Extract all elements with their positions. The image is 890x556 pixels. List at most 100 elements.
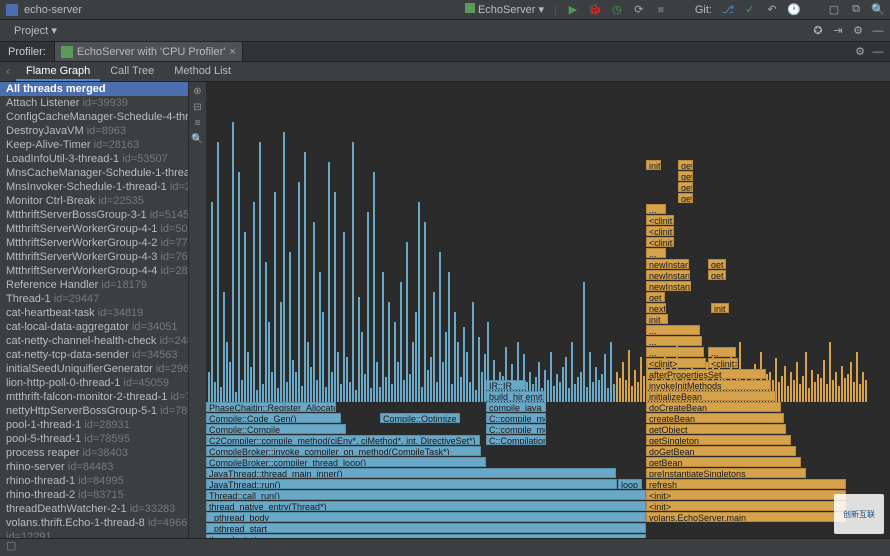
flame-frame[interactable]: newInstance (646, 281, 691, 291)
flame-frame[interactable]: JavaThread::thread_main_inner() (206, 468, 616, 478)
thread-item[interactable]: mtthrift-falcon-monitor-2-thread-1 id=78… (0, 390, 188, 404)
flame-frame[interactable]: get (708, 270, 726, 280)
flame-frame[interactable]: afterPropertiesSet (646, 369, 766, 379)
flame-frame[interactable]: next (646, 303, 666, 313)
thread-item[interactable]: threadDeathWatcher-2-1 id=33283 (0, 502, 188, 516)
flame-frame[interactable]: C2Compiler::compile_method(ciEnv*, ciMet… (206, 435, 480, 445)
zoom-out-icon[interactable]: ⊟ (191, 100, 205, 114)
thread-item[interactable]: MtthriftServerWorkerGroup-4-2 id=77571 (0, 236, 188, 250)
flame-frame[interactable]: ... (646, 347, 704, 357)
flame-frame[interactable]: CompileBroker::invoke_compiler_on_method… (206, 446, 481, 456)
project-breadcrumb[interactable]: Project ▾ (14, 24, 57, 37)
thread-item[interactable]: process reaper id=38403 (0, 446, 188, 460)
git-branch-icon[interactable]: ⎇ (722, 4, 734, 16)
flame-frame[interactable]: <init> (646, 490, 846, 500)
thread-item[interactable]: Attach Listener id=39939 (0, 96, 188, 110)
minimize-icon[interactable]: — (872, 25, 884, 37)
thread-item[interactable]: MtthriftServerWorkerGroup-4-3 id=76803 (0, 250, 188, 264)
flame-frame[interactable]: <clinit> (708, 358, 738, 368)
git-revert-icon[interactable]: ↶ (766, 4, 778, 16)
flame-frame[interactable]: C::Compilation (486, 435, 546, 445)
flame-frame[interactable]: initializeBean (646, 391, 776, 401)
flame-frame[interactable]: C::compile_method (486, 424, 546, 434)
flame-frame[interactable]: get (646, 292, 665, 302)
flame-frame[interactable]: createBean (646, 413, 784, 423)
flame-frame[interactable]: invokeInitMethods (646, 380, 771, 390)
flame-frame[interactable]: Compile::Optimize (380, 413, 460, 423)
list-icon[interactable]: ≡ (191, 116, 205, 130)
compass-icon[interactable]: ✪ (812, 25, 824, 37)
thread-item[interactable]: Reference Handler id=18179 (0, 278, 188, 292)
thread-item[interactable]: volans.thrift.Echo-1-thread-8 id=49667 (0, 516, 188, 530)
flame-frame[interactable]: getBean (646, 457, 801, 467)
thread-item[interactable]: Monitor Ctrl-Break id=22535 (0, 194, 188, 208)
flame-frame[interactable]: get (678, 182, 693, 192)
flame-frame[interactable]: ... (646, 204, 666, 214)
thread-item[interactable]: Thread-1 id=29447 (0, 292, 188, 306)
flame-frame[interactable]: <init> (646, 501, 846, 511)
thread-item[interactable]: MnsCacheManager-Schedule-1-thread-1 id= (0, 166, 188, 180)
search-everywhere-icon[interactable]: 🔍 (872, 4, 884, 16)
flame-frame[interactable]: preInstantiateSingletons (646, 468, 806, 478)
flame-frame[interactable]: getObject (646, 424, 786, 434)
run-icon[interactable]: ▶ (567, 4, 579, 16)
flame-frame[interactable]: newInstance (646, 270, 690, 280)
thread-item[interactable]: lion-http-poll-0-thread-1 id=45059 (0, 376, 188, 390)
tab-scroll-left-icon[interactable]: ‹ (0, 66, 16, 78)
profiler-tab[interactable]: EchoServer with 'CPU Profiler' × (55, 42, 243, 61)
flame-frame[interactable]: _pthread_body (206, 512, 646, 522)
flame-frame[interactable]: getSingleton (646, 435, 791, 445)
git-history-icon[interactable]: 🕐 (788, 4, 800, 16)
flame-frame[interactable]: Compile::Compile (206, 424, 346, 434)
flame-frame[interactable]: init (646, 160, 661, 170)
flame-frame[interactable]: doGetBean (646, 446, 796, 456)
flame-frame[interactable]: PhaseChaitin::Register_Allocate ... (206, 402, 336, 412)
thread-item[interactable]: pool-1-thread-1 id=28931 (0, 418, 188, 432)
thread-item[interactable]: Keep-Alive-Timer id=28163 (0, 138, 188, 152)
thread-item[interactable]: cat-netty-tcp-data-sender id=34563 (0, 348, 188, 362)
subtab-call-tree[interactable]: Call Tree (100, 62, 164, 81)
flame-frame[interactable]: _pthread_start (206, 523, 646, 533)
thread-item[interactable]: ConfigCacheManager-Schedule-4-thread-1 i (0, 110, 188, 124)
thread-item[interactable]: pool-5-thread-1 id=78595 (0, 432, 188, 446)
profile-icon[interactable]: ◷ (611, 4, 623, 16)
flame-frame[interactable]: CompileBroker::compiler_thread_loop() (206, 457, 486, 467)
profiler-settings-icon[interactable]: ⚙ (854, 46, 866, 58)
run-config-dropdown[interactable]: EchoServer ▾ (465, 3, 544, 16)
thread-item[interactable]: rhino-thread-1 id=84995 (0, 474, 188, 488)
flame-frame[interactable]: get (678, 193, 693, 203)
flame-graph[interactable]: initgetgetgetget...<clinit><clinit><clin… (206, 82, 890, 556)
flame-frame[interactable]: loop (618, 479, 642, 489)
flame-frame[interactable]: ... (646, 325, 700, 335)
subtab-flame-graph[interactable]: Flame Graph (16, 62, 100, 81)
flame-frame[interactable]: Compile::Code_Gen() (206, 413, 341, 423)
flame-frame[interactable]: compile_java_method (486, 402, 546, 412)
settings-icon[interactable]: ⚙ (852, 25, 864, 37)
thread-item[interactable]: initialSeedUniquifierGenerator id=29699 (0, 362, 188, 376)
profiler-minimize-icon[interactable]: — (872, 46, 884, 58)
search-icon[interactable]: 🔍 (191, 132, 205, 146)
statusbar-icon[interactable]: ▢ (0, 538, 22, 554)
close-tab-icon[interactable]: × (229, 46, 235, 58)
flame-frame[interactable]: volans.EchoServer.main (646, 512, 846, 522)
flame-frame[interactable]: init (711, 303, 729, 313)
flame-frame[interactable]: newInstance (646, 259, 689, 269)
thread-item[interactable]: cat-heartbeat-task id=34819 (0, 306, 188, 320)
thread-item[interactable]: rhino-thread-2 id=83715 (0, 488, 188, 502)
flame-frame[interactable]: thread_native_entry(Thread*) (206, 501, 646, 511)
thread-item[interactable]: cat-local-data-aggregator id=34051 (0, 320, 188, 334)
flame-frame[interactable]: doCreateBean (646, 402, 781, 412)
flame-frame[interactable]: JavaThread::run() (206, 479, 617, 489)
thread-item[interactable]: MnsInvoker-Schedule-1-thread-1 id=27651 (0, 180, 188, 194)
window-icon[interactable]: ⧉ (850, 4, 862, 16)
thread-item[interactable]: DestroyJavaVM id=8963 (0, 124, 188, 138)
flame-frame[interactable]: C::compile_method (486, 413, 546, 423)
flame-frame[interactable]: ... (708, 347, 736, 357)
flame-frame[interactable]: build_hir emit_lir (486, 391, 544, 401)
thread-item[interactable]: rhino-server id=84483 (0, 460, 188, 474)
flame-frame[interactable]: init (646, 314, 668, 324)
attach-icon[interactable]: ⟳ (633, 4, 645, 16)
thread-item[interactable]: LoadInfoUtil-3-thread-1 id=53507 (0, 152, 188, 166)
flame-frame[interactable]: refresh (646, 479, 846, 489)
thread-item[interactable]: nettyHttpServerBossGroup-5-1 id=78083 (0, 404, 188, 418)
